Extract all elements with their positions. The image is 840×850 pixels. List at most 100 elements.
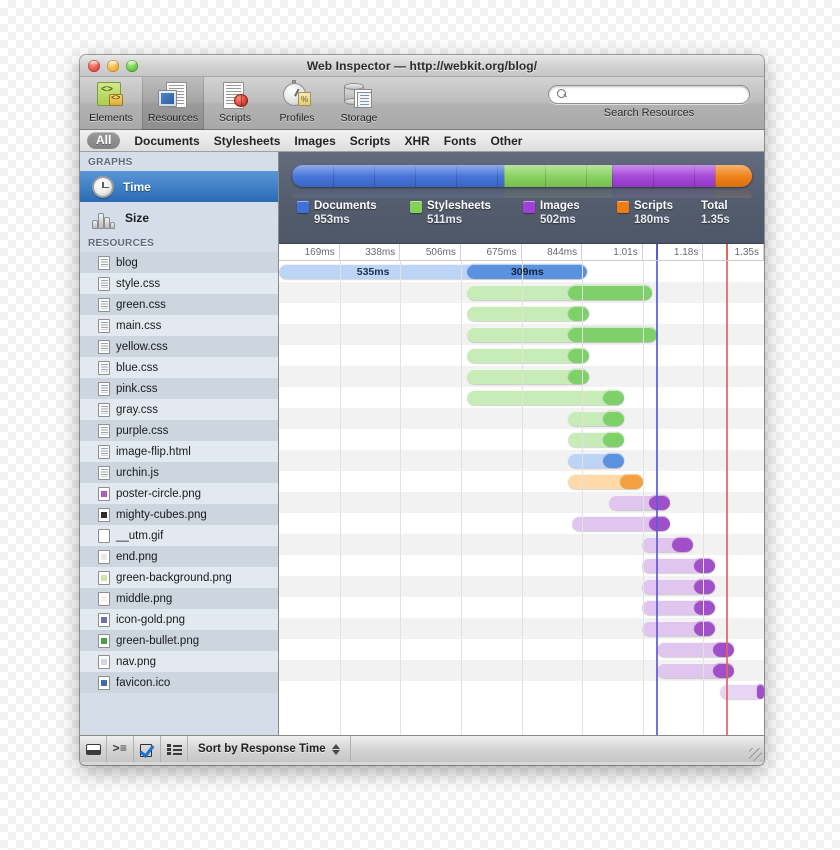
resource-row[interactable]: blog	[80, 252, 278, 273]
minimize-button[interactable]	[107, 60, 119, 72]
timeline-bar[interactable]	[467, 369, 589, 384]
resource-row[interactable]: end.png	[80, 546, 278, 567]
summary-bar-reflection	[292, 187, 752, 198]
sidebar-label-time: Time	[123, 180, 151, 194]
window-controls[interactable]	[88, 60, 138, 72]
legend-swatch	[617, 201, 629, 213]
timeline-bar[interactable]: 535ms309ms	[279, 264, 587, 279]
timeline-bar[interactable]	[642, 579, 715, 594]
timeline-bar[interactable]	[467, 348, 589, 363]
resources-icon	[157, 80, 189, 111]
timeline-row[interactable]	[279, 387, 764, 408]
timeline-bar[interactable]	[720, 684, 764, 699]
timeline-row[interactable]	[279, 429, 764, 450]
timeline-row[interactable]	[279, 597, 764, 618]
timeline-bar[interactable]	[642, 621, 715, 636]
bar-download-segment	[757, 684, 764, 699]
search-icon	[557, 89, 568, 100]
resource-row[interactable]: poster-circle.png	[80, 483, 278, 504]
timeline-bar[interactable]	[642, 537, 693, 552]
timeline-row[interactable]	[279, 303, 764, 324]
timeline-bar[interactable]	[467, 285, 652, 300]
resource-row[interactable]: pink.css	[80, 378, 278, 399]
timeline-row[interactable]	[279, 681, 764, 702]
timeline-row[interactable]	[279, 618, 764, 639]
timeline-bar[interactable]	[568, 453, 625, 468]
toolbar-item-resources[interactable]: Resources	[142, 77, 204, 130]
timeline-bar[interactable]	[568, 411, 625, 426]
resource-row[interactable]: green-bullet.png	[80, 630, 278, 651]
sidebar-item-time[interactable]: Time	[80, 171, 278, 202]
dock-button[interactable]	[80, 736, 107, 762]
timeline-row[interactable]	[279, 282, 764, 303]
search-input[interactable]	[548, 85, 750, 104]
sort-button[interactable]: Sort by Response Time	[188, 736, 351, 762]
resource-row[interactable]: style.css	[80, 273, 278, 294]
timeline-bar[interactable]	[568, 474, 643, 489]
filter-fonts[interactable]: Fonts	[444, 134, 477, 148]
resource-row[interactable]: gray.css	[80, 399, 278, 420]
filter-stylesheets[interactable]: Stylesheets	[214, 134, 281, 148]
resource-row[interactable]: icon-gold.png	[80, 609, 278, 630]
toolbar-item-elements[interactable]: Elements	[80, 77, 142, 130]
timeline-row[interactable]	[279, 450, 764, 471]
timeline-row[interactable]	[279, 534, 764, 555]
filter-scripts[interactable]: Scripts	[350, 134, 391, 148]
console-button[interactable]: >≡	[107, 736, 134, 762]
sidebar-label-size: Size	[125, 211, 149, 225]
resource-row[interactable]: green.css	[80, 294, 278, 315]
resource-row[interactable]: blue.css	[80, 357, 278, 378]
resource-row[interactable]: mighty-cubes.png	[80, 504, 278, 525]
timeline-bar[interactable]	[572, 516, 669, 531]
toolbar-item-profiles[interactable]: % Profiles	[266, 77, 328, 130]
resize-grip[interactable]	[749, 748, 762, 761]
resource-row[interactable]: green-background.png	[80, 567, 278, 588]
timeline-row[interactable]	[279, 576, 764, 597]
filter-xhr[interactable]: XHR	[404, 134, 429, 148]
timeline-row[interactable]	[279, 555, 764, 576]
timeline-bar[interactable]	[467, 327, 657, 342]
list-button[interactable]	[161, 736, 188, 762]
resources-sidebar[interactable]: GRAPHS Time Size RESOURCES blogstyle.css…	[80, 152, 279, 735]
timeline-row[interactable]	[279, 324, 764, 345]
resource-row[interactable]: urchin.js	[80, 462, 278, 483]
timeline-row[interactable]	[279, 660, 764, 681]
timeline-row[interactable]	[279, 345, 764, 366]
resource-row[interactable]: middle.png	[80, 588, 278, 609]
timeline-row[interactable]	[279, 471, 764, 492]
timeline-bar[interactable]	[467, 306, 589, 321]
status-bar: >≡ Sort by Response Time	[80, 735, 764, 762]
toolbar-item-scripts[interactable]: Scripts	[204, 77, 266, 130]
resource-row[interactable]: nav.png	[80, 651, 278, 672]
timeline-bar[interactable]	[467, 390, 624, 405]
resource-row[interactable]: image-flip.html	[80, 441, 278, 462]
zoom-button[interactable]	[126, 60, 138, 72]
filter-documents[interactable]: Documents	[134, 134, 199, 148]
timeline-bar[interactable]	[568, 432, 625, 447]
filter-images[interactable]: Images	[294, 134, 335, 148]
resource-row[interactable]: __utm.gif	[80, 525, 278, 546]
timeline-bar[interactable]	[657, 642, 734, 657]
timeline-bar[interactable]	[609, 495, 670, 510]
timeline-bar[interactable]	[657, 663, 734, 678]
resource-row[interactable]: purple.css	[80, 420, 278, 441]
resource-row[interactable]: main.css	[80, 315, 278, 336]
resource-list[interactable]: blogstyle.cssgreen.cssmain.cssyellow.css…	[80, 252, 278, 693]
filter-other[interactable]: Other	[490, 134, 522, 148]
timeline-row[interactable]	[279, 366, 764, 387]
timeline-row[interactable]	[279, 639, 764, 660]
resource-row[interactable]: yellow.css	[80, 336, 278, 357]
toolbar-item-storage[interactable]: Storage	[328, 77, 390, 130]
close-button[interactable]	[88, 60, 100, 72]
resource-row[interactable]: favicon.ico	[80, 672, 278, 693]
errors-button[interactable]	[134, 736, 161, 762]
timeline-row[interactable]	[279, 513, 764, 534]
timeline-row[interactable]: 535ms309ms	[279, 261, 764, 282]
timeline-row[interactable]	[279, 408, 764, 429]
sidebar-item-size[interactable]: Size	[80, 202, 278, 233]
timeline-bar[interactable]	[642, 558, 715, 573]
timeline-bar[interactable]	[642, 600, 715, 615]
timeline-row[interactable]	[279, 492, 764, 513]
toolbar-label-scripts: Scripts	[219, 112, 251, 124]
filter-all[interactable]: All	[87, 132, 120, 149]
